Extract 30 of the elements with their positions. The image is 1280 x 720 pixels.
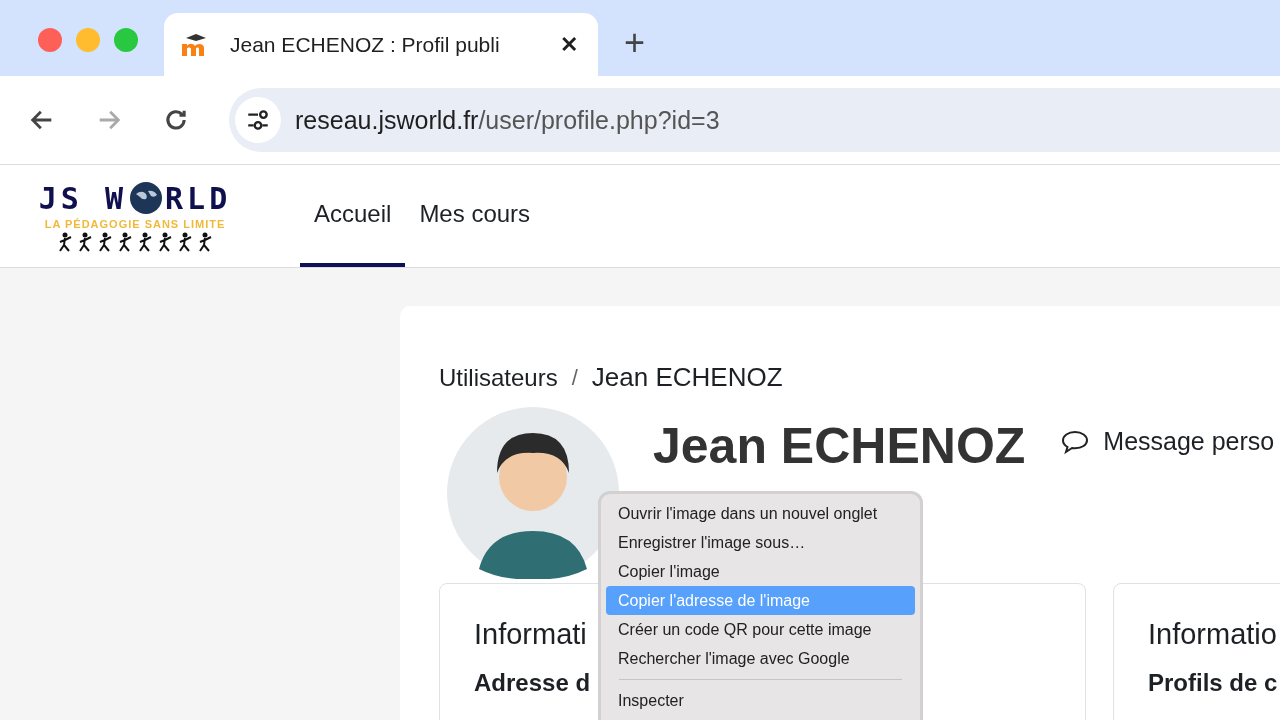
breadcrumb-separator: / <box>571 364 578 391</box>
message-link[interactable]: Message perso <box>1061 427 1275 456</box>
close-tab-button[interactable]: ✕ <box>560 31 578 58</box>
url-path: /user/profile.php?id=3 <box>478 105 720 135</box>
globe-icon <box>130 182 163 214</box>
address-bar[interactable]: reseau.jsworld.fr/user/profile.php?id=3 <box>229 88 1280 152</box>
menu-item[interactable]: Copier l'image <box>606 557 915 586</box>
nav-tab[interactable]: Accueil <box>300 165 406 267</box>
new-tab-button[interactable]: + <box>624 22 646 64</box>
profile-name: Jean ECHENOZ <box>653 417 1026 475</box>
menu-item[interactable]: Ouvrir l'image dans un nouvel onglet <box>606 499 915 528</box>
breadcrumb-current: Jean ECHENOZ <box>591 362 783 393</box>
logo-text: RLD <box>165 180 232 216</box>
card-subtitle: Profils de c <box>1148 669 1278 697</box>
menu-item[interactable]: Inspecter <box>606 686 915 715</box>
breadcrumb-link[interactable]: Utilisateurs <box>439 363 558 392</box>
card-title: Informatio <box>1148 618 1277 651</box>
url-domain: reseau.jsworld.fr <box>295 105 479 135</box>
logo-tagline: LA PÉDAGOGIE SANS LIMITE <box>44 217 226 230</box>
logo-text: JS W <box>38 180 128 216</box>
menu-item[interactable]: Créer un code QR pour cette image <box>606 615 915 644</box>
nav-tab[interactable]: Mes cours <box>405 165 545 267</box>
browser-tab[interactable]: Jean ECHENOZ : Profil publi ✕ <box>164 13 598 76</box>
menu-item[interactable]: Enregistrer l'image sous… <box>606 528 915 557</box>
card-title: Informati <box>474 618 587 651</box>
card-subtitle: Adresse d <box>474 669 591 697</box>
speech-bubble-icon[interactable] <box>1061 428 1090 455</box>
tab-title: Jean ECHENOZ : Profil publi <box>230 32 501 57</box>
menu-item[interactable]: Rechercher l'image avec Google <box>606 644 915 673</box>
site-settings-icon[interactable] <box>235 97 281 143</box>
